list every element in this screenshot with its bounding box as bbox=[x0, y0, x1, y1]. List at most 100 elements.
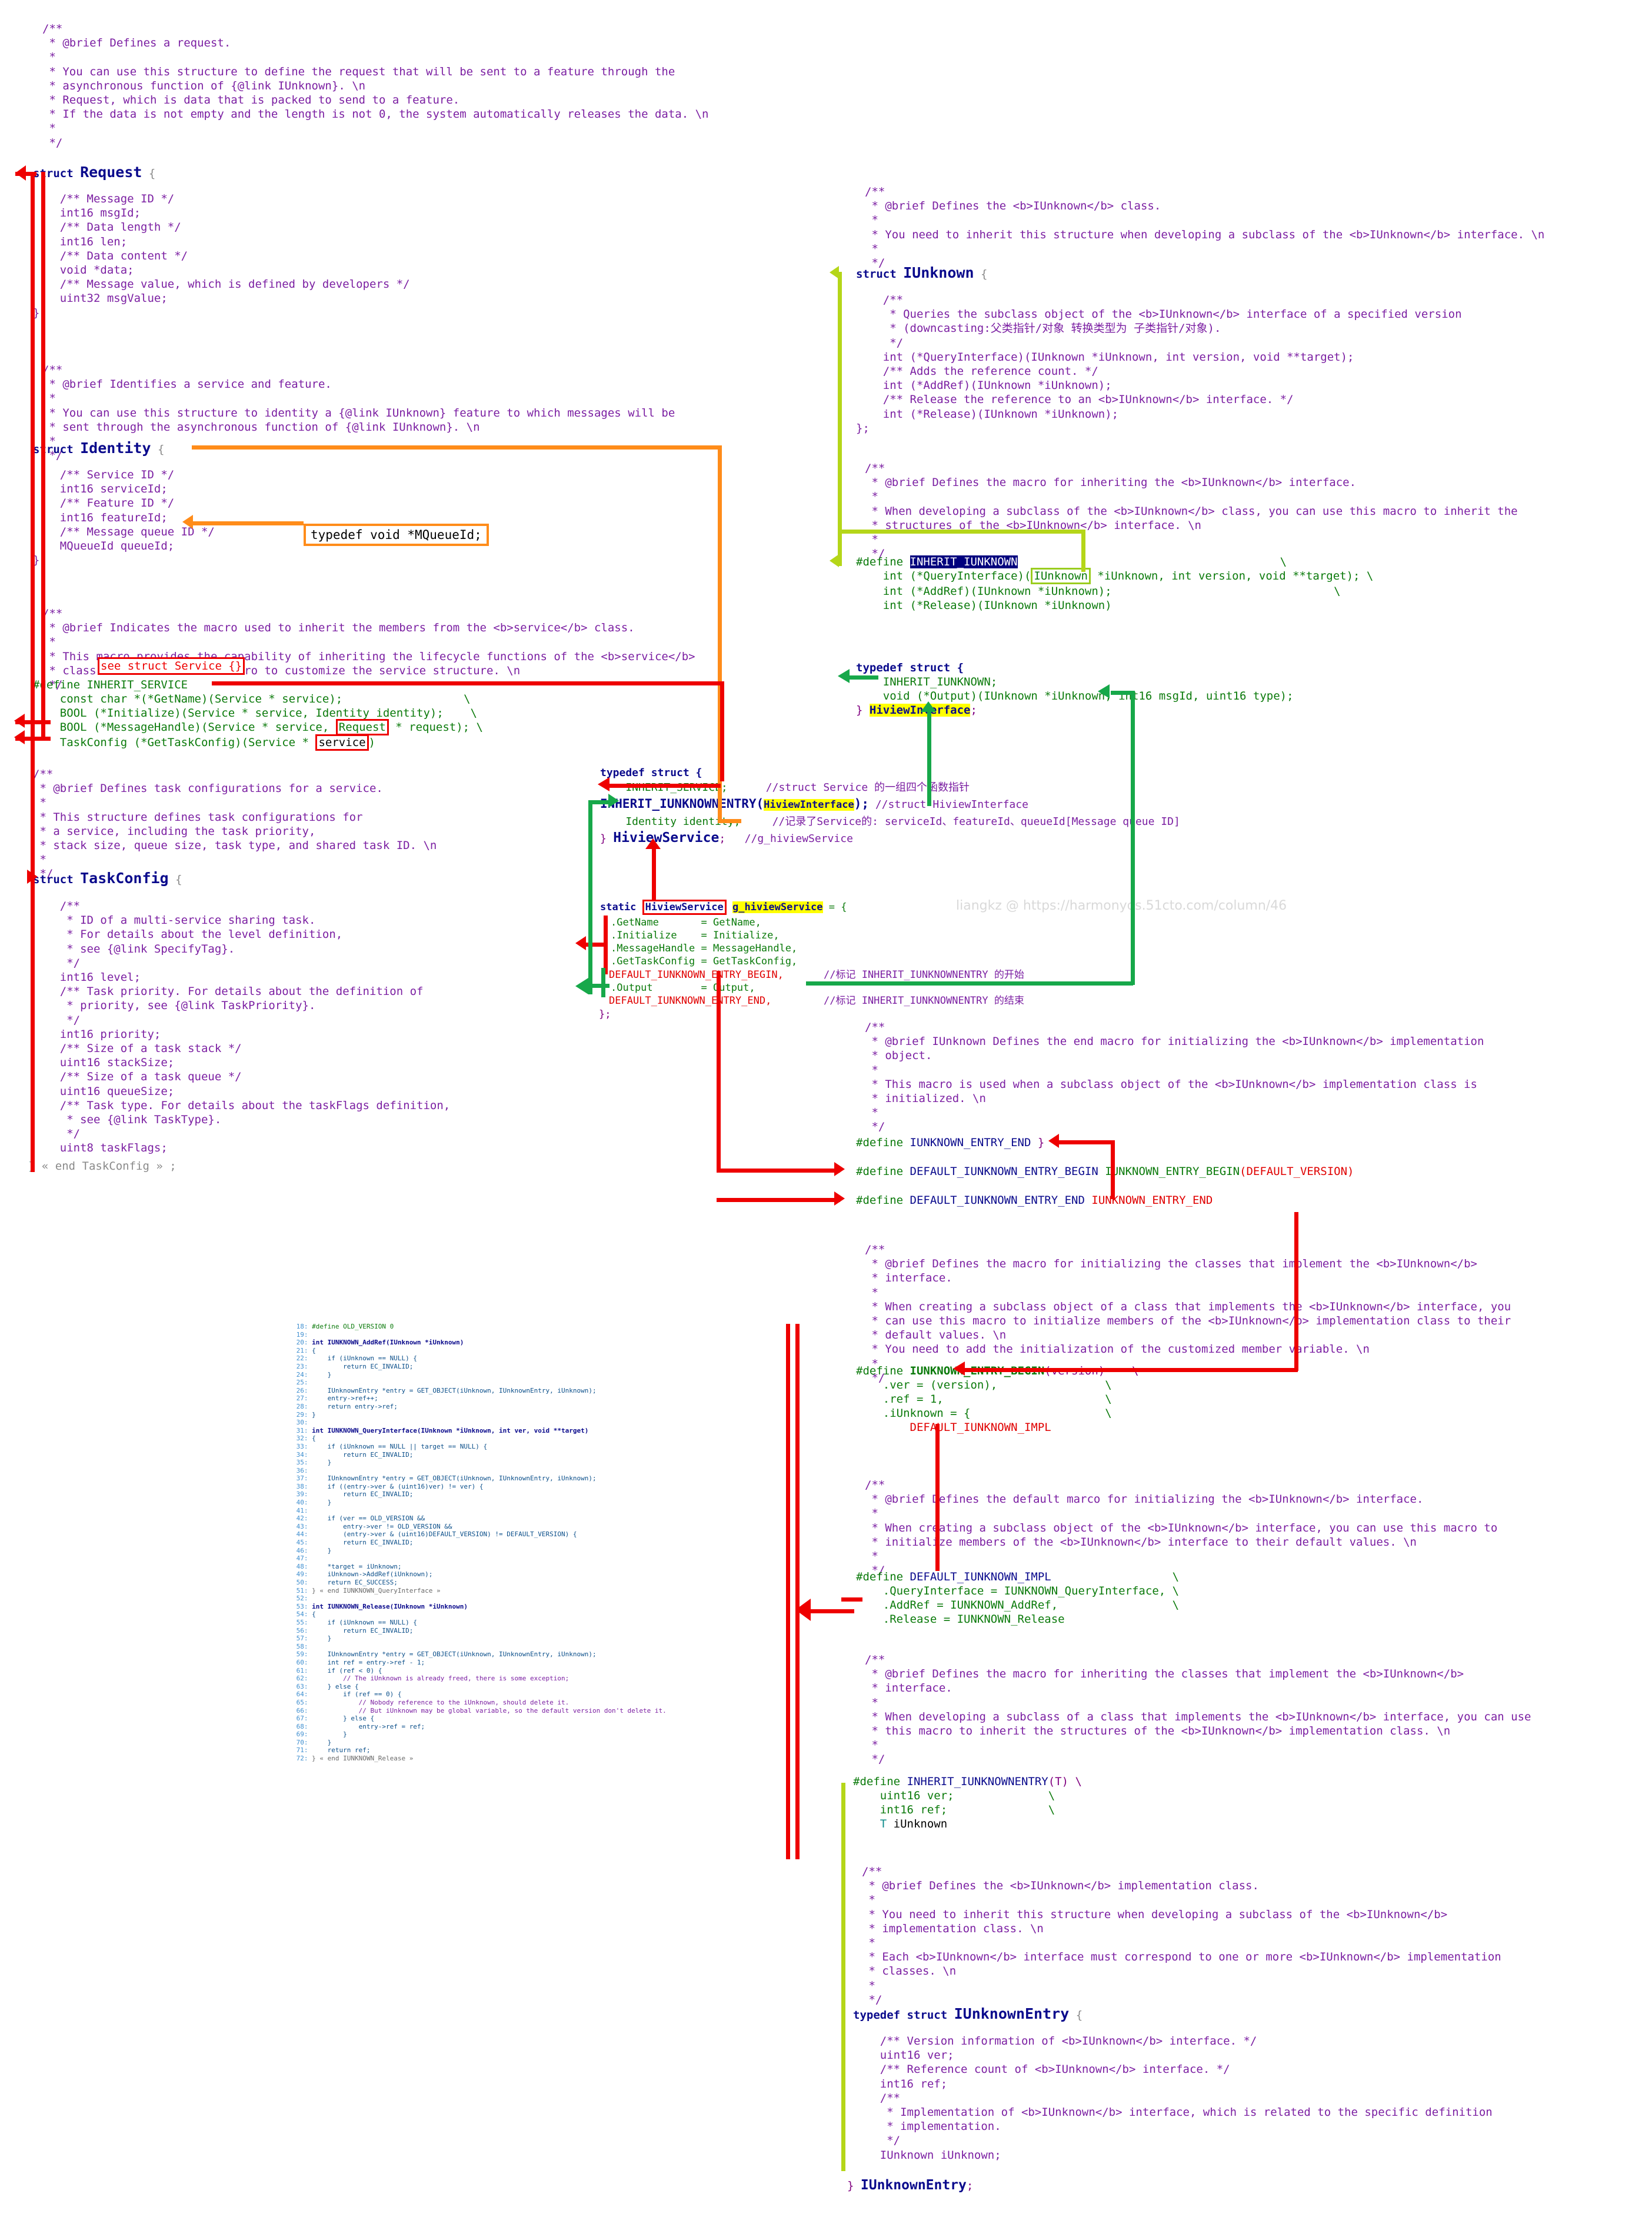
define-keyword: #define bbox=[853, 1775, 907, 1788]
open-brace: { bbox=[148, 167, 156, 180]
inherit-iunknown-line-1: int (*QueryInterface)(IUnknown *iUnknown… bbox=[856, 568, 1373, 584]
snippet-line-number: 49: bbox=[292, 1570, 312, 1579]
iunknown-struct-name: IUnknown bbox=[903, 264, 974, 281]
snippet-line-number: 54: bbox=[292, 1610, 312, 1619]
iunknownentry-typename: IUnknownEntry bbox=[860, 2178, 967, 2193]
snippet-line: 37: IUnknownEntry *entry = GET_OBJECT(iU… bbox=[292, 1474, 667, 1483]
snippet-line: 29: } bbox=[292, 1411, 667, 1419]
init-getname: .GetName = GetName, bbox=[611, 917, 761, 928]
snippet-line: 45: return EC_INVALID; bbox=[292, 1539, 667, 1547]
open-brace: { bbox=[980, 268, 988, 281]
close-brace: } bbox=[856, 704, 870, 717]
iunknown-doc-comment: /** * @brief Defines the <b>IUnknown</b>… bbox=[865, 185, 1545, 270]
diagram-canvas: /** * @brief Defines a request. * * You … bbox=[0, 0, 1652, 2237]
snippet-line-text: entry->ref++; bbox=[312, 1394, 378, 1403]
snippet-line-text: } bbox=[312, 1499, 332, 1507]
taskconfig-struct-header: struct TaskConfig { bbox=[33, 871, 182, 887]
identity-struct-name: Identity bbox=[80, 440, 151, 457]
snippet-line-number: 67: bbox=[292, 1715, 312, 1723]
snippet-line: 42: if (ver == OLD_VERSION && bbox=[292, 1514, 667, 1523]
snippet-line-text: // Nobody reference to the iUnknown, sho… bbox=[312, 1698, 569, 1706]
inherit-iunknown-line-2: int (*AddRef)(IUnknown *iUnknown); \ bbox=[856, 585, 1341, 598]
red-connector-default-impl-vert bbox=[935, 1424, 940, 1571]
default-entry-end-expansion: IUNKNOWN_ENTRY_END bbox=[1091, 1194, 1213, 1207]
snippet-line-number: 41: bbox=[292, 1506, 312, 1514]
snippet-line-number: 45: bbox=[292, 1539, 312, 1547]
snippet-line-number: 23: bbox=[292, 1362, 312, 1370]
green-connector-output-to-init bbox=[806, 981, 1133, 986]
request-struct-body: /** Message ID */ int16 msgId; /** Data … bbox=[33, 192, 410, 319]
snippet-line-text: { bbox=[312, 1610, 316, 1619]
snippet-line: 52: bbox=[292, 1594, 667, 1603]
struct-keyword: struct bbox=[856, 268, 897, 281]
iunknownentry-struct-header: typedef struct IUnknownEntry { bbox=[853, 2006, 1083, 2022]
default-impl-define: #define DEFAULT_IUNKNOWN_IMPL \ bbox=[856, 1570, 1179, 1584]
red-connector-entry-begin-h bbox=[965, 1368, 1298, 1372]
red-arrow-default-begin bbox=[834, 1162, 845, 1176]
snippet-line-text: return EC_INVALID; bbox=[312, 1490, 414, 1499]
snippet-line-number: 68: bbox=[292, 1722, 312, 1730]
snippet-line: 43: entry->ver != OLD_VERSION && bbox=[292, 1523, 667, 1531]
red-connector-default-end bbox=[717, 1198, 840, 1202]
define-keyword: #define bbox=[856, 1364, 910, 1377]
snippet-line-number: 59: bbox=[292, 1650, 312, 1659]
identity-struct-header: struct Identity { bbox=[33, 441, 164, 457]
hiviewinterface-typename: HiviewInterface bbox=[869, 704, 971, 717]
define-keyword: #define bbox=[856, 1194, 910, 1207]
red-arrow-snippet-impl bbox=[795, 1599, 811, 1621]
snippet-line-text: return EC_INVALID; bbox=[312, 1362, 414, 1370]
snippet-line: 28: return entry->ref; bbox=[292, 1403, 667, 1411]
red-arrow-default-end bbox=[834, 1191, 845, 1206]
snippet-line-number: 25: bbox=[292, 1379, 312, 1387]
snippet-line-number: 19: bbox=[292, 1330, 312, 1339]
entry-begin-default-impl: DEFAULT_IUNKNOWN_IMPL bbox=[856, 1421, 1051, 1434]
hiviewservice-type-box: HiviewService bbox=[642, 900, 727, 915]
entry-begin-ver: .ver = (version), \ bbox=[856, 1379, 1112, 1392]
snippet-line-text: entry->ver != OLD_VERSION && bbox=[312, 1522, 452, 1530]
snippet-line-text: } bbox=[312, 1730, 347, 1739]
snippet-line-number: 43: bbox=[292, 1522, 312, 1530]
snippet-line-text: int IUNKNOWN_AddRef(IUnknown *iUnknown) bbox=[312, 1339, 464, 1347]
snippet-line-number: 28: bbox=[292, 1402, 312, 1410]
snippet-line-number: 55: bbox=[292, 1618, 312, 1626]
see-struct-service-label: see struct Service {} bbox=[101, 660, 242, 673]
inherit-entry-iunknown: T iUnknown bbox=[853, 1817, 947, 1831]
snippet-line: 69: } bbox=[292, 1730, 667, 1739]
green-arrow-inherit-iunknown-ref bbox=[838, 669, 850, 683]
orange-connector-identity-end bbox=[718, 819, 741, 823]
snippet-line: 41: bbox=[292, 1507, 667, 1515]
green-connector-inherit-iunknown-stub bbox=[849, 675, 878, 680]
snippet-line-number: 35: bbox=[292, 1459, 312, 1467]
snippet-line-number: 30: bbox=[292, 1419, 312, 1427]
iunknownentry-struct-body: /** Version information of <b>IUnknown</… bbox=[880, 2035, 1493, 2162]
iunknown-entry-end-name: IUNKNOWN_ENTRY_END bbox=[910, 1136, 1031, 1149]
snippet-line-number: 69: bbox=[292, 1730, 312, 1739]
snippet-line-number: 24: bbox=[292, 1370, 312, 1379]
default-impl-doc-comment: /** * @brief Defines the default marco f… bbox=[865, 1479, 1498, 1577]
snippet-line-number: 27: bbox=[292, 1394, 312, 1403]
red-connector-entry-end-vert bbox=[1111, 1140, 1115, 1199]
taskconfig-doc-comment: /** * @brief Defines task configurations… bbox=[33, 768, 437, 881]
hiviewservice-typedef-open: typedef struct { bbox=[600, 767, 702, 779]
inherit-service-line-4: TaskConfig (*GetTaskConfig)(Service * se… bbox=[33, 734, 375, 751]
red-arrow-request bbox=[15, 165, 26, 181]
snippet-line-text: } bbox=[312, 1635, 332, 1643]
snippet-line-number: 57: bbox=[292, 1635, 312, 1643]
iunknown-struct-body: /** * Queries the subclass object of the… bbox=[856, 294, 1462, 435]
orange-connector-queueid bbox=[192, 521, 304, 525]
orange-connector-identity-top bbox=[192, 445, 721, 450]
snippet-line: 44: (entry->ver & (uint16)DEFAULT_VERSIO… bbox=[292, 1530, 667, 1539]
green-connector-output-init-stub bbox=[586, 984, 609, 988]
inherit-iunknown-doc-comment: /** * @brief Defines the macro for inher… bbox=[865, 462, 1518, 561]
inherit-service-line-3: BOOL (*MessageHandle)(Service * service,… bbox=[33, 719, 483, 735]
hiviewservice-typename: HiviewService bbox=[613, 830, 720, 845]
inherit-iunknown-define-line: #define INHERIT_IUNKNOWN \ bbox=[856, 555, 1287, 568]
snippet-line: 50: return EC_SUCCESS; bbox=[292, 1579, 667, 1587]
snippet-line-text: // But iUnknown may be global variable, … bbox=[312, 1706, 667, 1715]
snippet-line-text: if ((entry->ver & (uint16)ver) != ver) { bbox=[312, 1482, 484, 1490]
snippet-line-text: int IUNKNOWN_QueryInterface(IUnknown *iU… bbox=[312, 1426, 589, 1434]
hiviewinterface-close-line: } HiviewInterface; bbox=[856, 703, 977, 717]
red-connector-default-entry bbox=[717, 971, 721, 1171]
default-entry-end-define: #define DEFAULT_IUNKNOWN_ENTRY_END IUNKN… bbox=[856, 1193, 1213, 1207]
snippet-line: 39: return EC_INVALID; bbox=[292, 1490, 667, 1499]
